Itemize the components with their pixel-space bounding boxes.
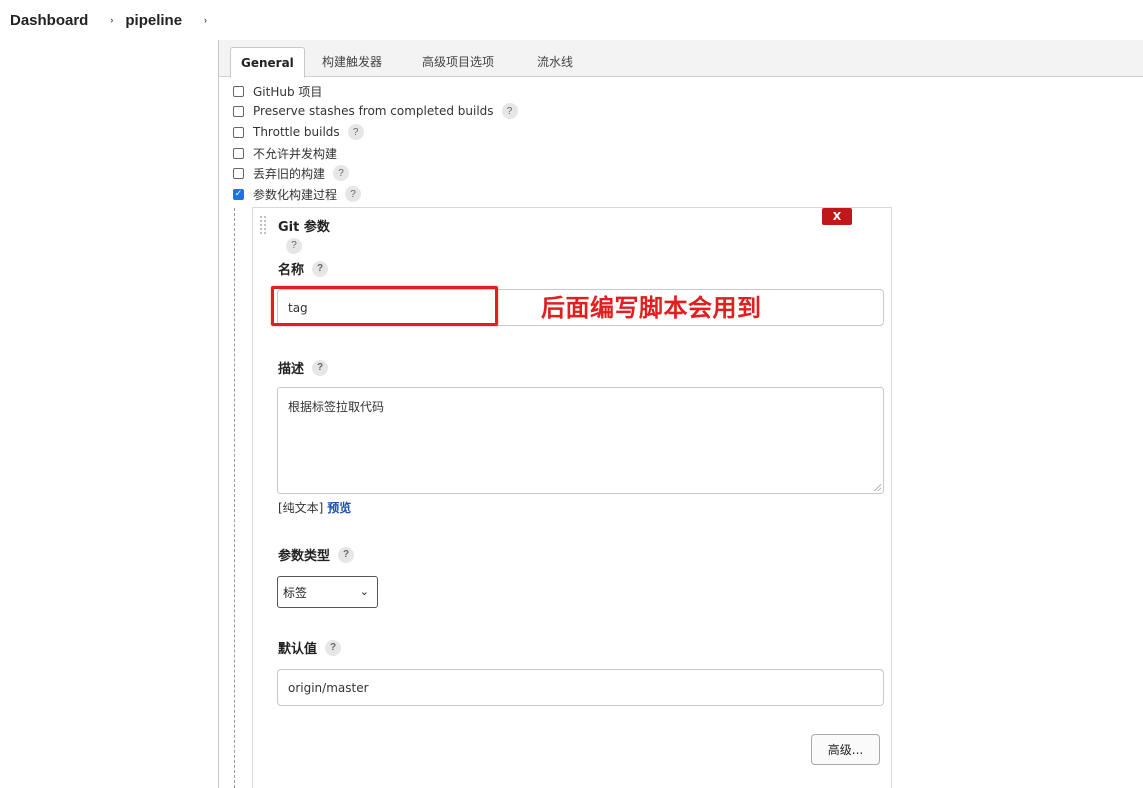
parameter-type-select[interactable]: 标签 ⌄ xyxy=(277,576,378,608)
preserve-stashes-checkbox[interactable] xyxy=(233,105,244,117)
option-preserve-stashes: Preserve stashes from completed builds ? xyxy=(233,102,518,120)
help-icon[interactable]: ? xyxy=(345,186,362,202)
discard-old-builds-checkbox[interactable] xyxy=(233,167,244,179)
option-throttle-builds: Throttle builds ? xyxy=(233,123,364,141)
parameter-type-label: 参数类型 ? xyxy=(278,545,355,564)
name-label: 名称 ? xyxy=(278,259,329,278)
tab-build-triggers[interactable]: 构建触发器 xyxy=(322,47,382,77)
parameter-title: Git 参数 xyxy=(278,220,330,235)
breadcrumb: Dashboard › pipeline › xyxy=(0,0,1143,40)
format-prefix: [纯文本] xyxy=(278,501,324,515)
help-icon[interactable]: ? xyxy=(347,124,364,140)
option-label: 丢弃旧的构建 xyxy=(253,166,326,181)
default-value-label: 默认值 ? xyxy=(278,638,342,657)
drag-handle-icon[interactable] xyxy=(259,215,267,235)
preview-link[interactable]: 预览 xyxy=(327,501,351,515)
option-parameterized-build: ✓ 参数化构建过程 ? xyxy=(233,185,362,203)
default-value-label-text: 默认值 xyxy=(278,642,318,657)
breadcrumb-dashboard[interactable]: Dashboard xyxy=(10,12,88,29)
help-icon[interactable]: ? xyxy=(286,237,302,254)
breadcrumb-pipeline[interactable]: pipeline xyxy=(125,12,182,29)
option-label: Throttle builds xyxy=(253,125,340,139)
name-label-text: 名称 xyxy=(278,263,305,278)
disallow-concurrent-checkbox[interactable] xyxy=(233,147,244,159)
annotation-highlight-box xyxy=(271,286,498,326)
breadcrumb-separator-icon: › xyxy=(110,15,114,25)
option-disallow-concurrent: 不允许并发构建 xyxy=(233,144,337,162)
option-github-project: GitHub 项目 xyxy=(233,82,322,100)
help-icon[interactable]: ? xyxy=(333,165,350,181)
github-project-checkbox[interactable] xyxy=(233,85,244,97)
option-label: 不允许并发构建 xyxy=(253,146,338,161)
help-icon[interactable]: ? xyxy=(338,546,355,563)
option-discard-old-builds: 丢弃旧的构建 ? xyxy=(233,164,350,182)
tab-general[interactable]: General xyxy=(230,47,305,78)
nesting-guide-line xyxy=(234,208,235,788)
option-label: GitHub 项目 xyxy=(253,84,323,99)
tab-pipeline[interactable]: 流水线 xyxy=(537,47,573,77)
content-border xyxy=(218,40,219,788)
parameter-type-label-text: 参数类型 xyxy=(278,549,331,564)
format-hint: [纯文本] 预览 xyxy=(278,499,351,516)
chevron-down-icon: ⌄ xyxy=(359,585,369,598)
delete-parameter-button[interactable]: X xyxy=(822,208,852,225)
help-icon[interactable]: ? xyxy=(325,639,342,656)
parameterized-build-checkbox[interactable]: ✓ xyxy=(233,188,244,200)
annotation-text: 后面编写脚本会用到 xyxy=(541,294,762,322)
config-tabbar: General 构建触发器 高级项目选项 流水线 xyxy=(219,40,1143,78)
help-icon[interactable]: ? xyxy=(501,103,518,119)
throttle-builds-checkbox[interactable] xyxy=(233,126,244,138)
description-label-text: 描述 xyxy=(278,362,305,377)
default-value-input[interactable]: origin/master xyxy=(277,669,884,706)
description-value: 根据标签拉取代码 xyxy=(288,400,385,414)
description-label: 描述 ? xyxy=(278,358,329,377)
parameter-type-value: 标签 xyxy=(283,585,308,600)
parameter-help: ? xyxy=(278,237,302,254)
option-label: Preserve stashes from completed builds xyxy=(253,104,494,118)
option-label: 参数化构建过程 xyxy=(253,187,338,202)
help-icon[interactable]: ? xyxy=(312,260,329,277)
description-textarea[interactable]: 根据标签拉取代码 xyxy=(277,387,884,494)
breadcrumb-separator-icon[interactable]: › xyxy=(204,15,207,25)
help-icon[interactable]: ? xyxy=(312,359,329,376)
resize-handle-icon[interactable] xyxy=(873,483,881,491)
tab-advanced-project-options[interactable]: 高级项目选项 xyxy=(422,47,494,77)
advanced-button[interactable]: 高级... xyxy=(811,734,880,765)
